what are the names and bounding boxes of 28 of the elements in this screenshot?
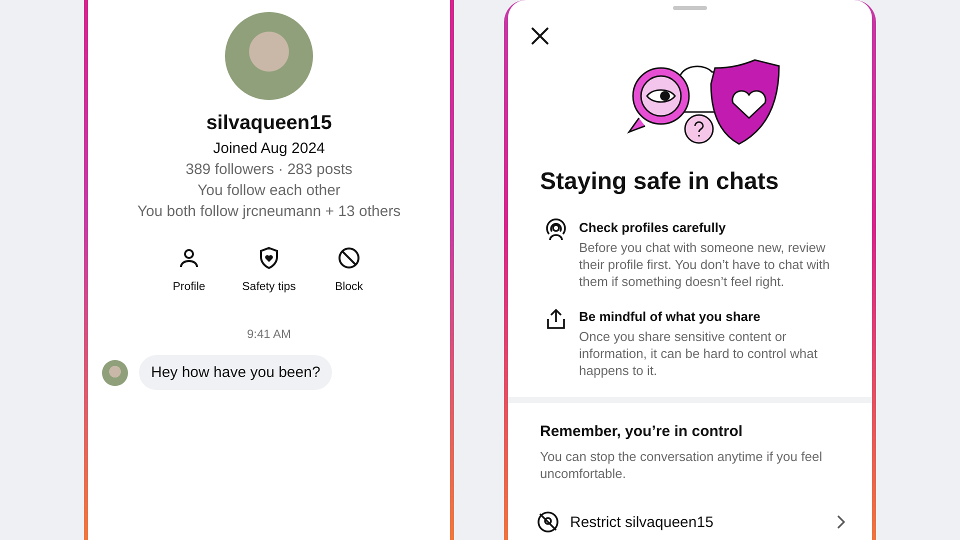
block-icon: [337, 246, 361, 270]
block-action-button[interactable]: Block: [320, 246, 378, 293]
joined-date: Joined Aug 2024: [213, 140, 325, 157]
restrict-option[interactable]: Restrict silvaqueen15: [536, 510, 872, 534]
message-bubble: Hey how have you been?: [139, 355, 332, 390]
sheet-title: Staying safe in chats: [540, 168, 780, 196]
chevron-icon: [836, 514, 846, 530]
username: silvaqueen15: [206, 112, 332, 135]
message-time: 9:41 AM: [246, 327, 292, 341]
person-icon: [177, 246, 201, 270]
sender-avatar-placeholder: [102, 360, 128, 386]
follow-relation: You follow each other: [198, 182, 340, 199]
close-button[interactable]: [530, 26, 550, 46]
sheet-handle[interactable]: [673, 6, 707, 10]
tip-description: Before you chat with someone new, review their profile first. You don’t have to chat with them if something doesn’t feel right.: [579, 239, 831, 290]
profile-action-button[interactable]: Profile: [160, 246, 218, 293]
safety-action-button[interactable]: Safety tips: [240, 246, 298, 293]
tip-title: Check profiles carefully: [579, 220, 727, 235]
tip-description: Once you share sensitive content or information, it can be hard to control what happens to it.: [579, 328, 818, 379]
profile-stats: 389 followers · 283 posts: [186, 161, 352, 178]
section-description: You can stop the conversation anytime if you feel uncomfortable.: [540, 448, 824, 482]
share-icon: [544, 307, 568, 331]
tip-title: Be mindful of what you share: [579, 309, 762, 324]
mutual-followers: You both follow jrcneumann + 13 others: [137, 203, 401, 220]
shield-heart-icon: [257, 246, 281, 270]
signal-person-icon: [544, 218, 568, 242]
restrict-icon: [536, 510, 560, 534]
section-heading: Remember, you’re in control: [540, 423, 744, 440]
